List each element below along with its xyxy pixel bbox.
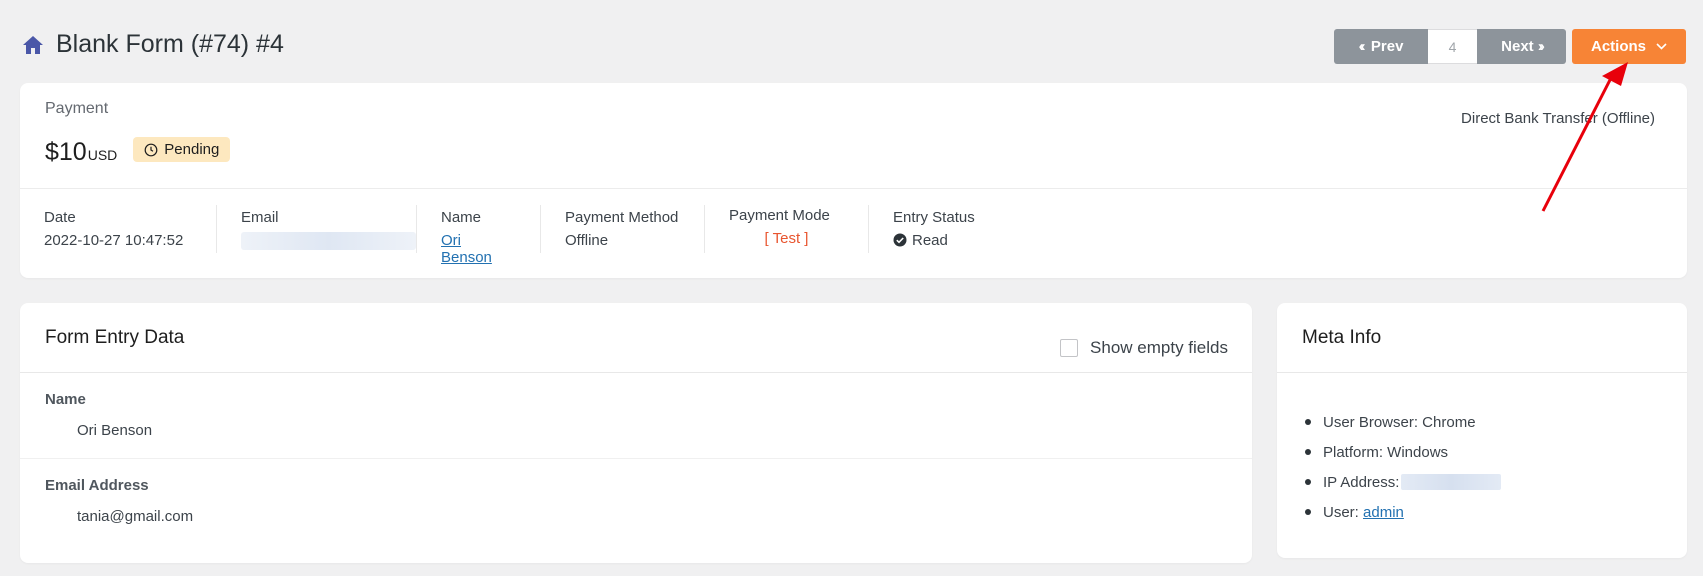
chevron-down-icon (1656, 43, 1667, 50)
redacted-ip (1401, 474, 1502, 490)
meta-platform: Platform: Windows (1305, 437, 1687, 467)
detail-name: Name Ori Benson (417, 205, 541, 266)
payment-gateway: Direct Bank Transfer (Offline) (1461, 110, 1655, 127)
meta-browser: User Browser: Chrome (1305, 407, 1687, 437)
payment-summary-card: Payment $10 USD Pending Direct Bank Tran… (20, 83, 1687, 278)
meta-info-list: User Browser: Chrome Platform: Windows I… (1277, 373, 1687, 527)
user-admin-link[interactable]: admin (1363, 504, 1404, 521)
meta-info-header: Meta Info (1277, 303, 1687, 373)
detail-date: Date 2022-10-27 10:47:52 (20, 205, 217, 253)
detail-email: Email (217, 205, 417, 253)
payment-amount-row: $10 USD Pending (45, 137, 231, 167)
entry-status-value: Read (912, 232, 948, 249)
prev-button[interactable]: ‹‹ Prev (1334, 29, 1428, 64)
redacted-email (241, 232, 416, 250)
payment-amount: $10 (45, 138, 87, 166)
actions-dropdown-button[interactable]: Actions (1572, 29, 1686, 64)
customer-name-link[interactable]: Ori Benson (441, 232, 492, 266)
meta-info-card: Meta Info User Browser: Chrome Platform:… (1277, 303, 1687, 558)
form-entry-header: Form Entry Data Show empty fields (20, 303, 1252, 373)
detail-payment-mode: Payment Mode [ Test ] (705, 205, 869, 253)
check-circle-icon (893, 233, 907, 247)
meta-user: User: admin (1305, 497, 1687, 527)
next-button[interactable]: Next ›› (1477, 29, 1566, 64)
payment-section-label: Payment (45, 100, 109, 117)
clock-icon (144, 143, 158, 157)
status-badge: Pending (133, 137, 231, 162)
double-chevron-right-icon: ›› (1537, 38, 1545, 55)
actions-label: Actions (1590, 38, 1646, 55)
page-title: Blank Form (#74) #4 (56, 30, 284, 58)
meta-ip-address: IP Address: (1305, 467, 1687, 497)
detail-entry-status: Entry Status Read (893, 209, 975, 249)
double-chevron-left-icon: ‹‹ (1358, 38, 1366, 55)
show-empty-fields-toggle[interactable]: Show empty fields (1060, 338, 1228, 358)
entry-field-email: Email Address tania@gmail.com (45, 477, 194, 525)
meta-info-title: Meta Info (1302, 327, 1382, 348)
status-badge-label: Pending (164, 141, 220, 158)
payment-details-row: Date 2022-10-27 10:47:52 Email Name Ori … (20, 205, 1019, 266)
payment-currency: USD (87, 147, 118, 163)
page-number: 4 (1428, 29, 1477, 64)
detail-payment-method: Payment Method Offline (541, 205, 705, 253)
entry-field-name: Name Ori Benson (20, 373, 1252, 459)
show-empty-checkbox[interactable] (1060, 339, 1079, 357)
payment-mode-test: [ Test ] (764, 230, 809, 247)
page-header: Blank Form (#74) #4 (22, 30, 284, 59)
form-entry-title: Form Entry Data (45, 327, 185, 348)
divider (20, 188, 1687, 189)
entry-pager: ‹‹ Prev 4 Next ›› (1334, 29, 1566, 64)
form-entry-card: Form Entry Data Show empty fields Name O… (20, 303, 1252, 563)
home-icon[interactable] (22, 34, 44, 56)
